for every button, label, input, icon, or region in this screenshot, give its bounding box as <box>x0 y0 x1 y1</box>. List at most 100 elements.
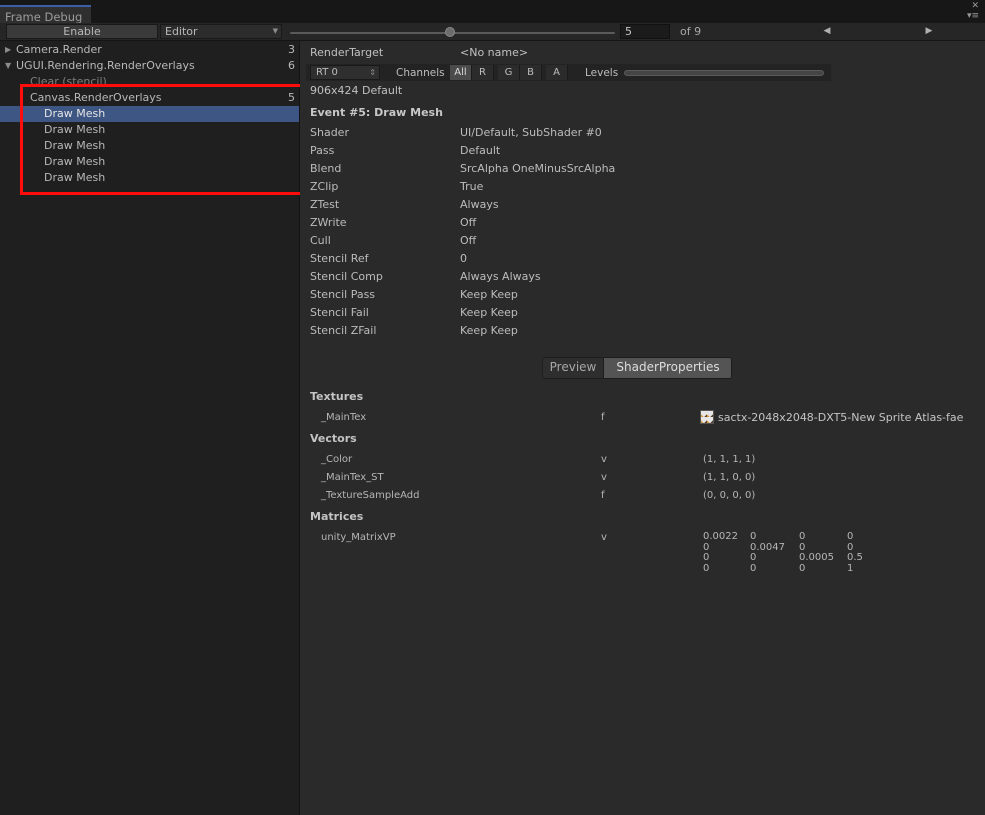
window-controls: ✕ ▾≡ <box>967 1 979 21</box>
matrix-cell: 0 <box>799 531 806 542</box>
prop-cull-name: Cull <box>310 234 331 247</box>
prop-stencil-pass-value: Keep Keep <box>460 288 518 301</box>
tab-preview[interactable]: Preview <box>543 358 604 378</box>
window-tab-bar: Frame Debug ✕ ▾≡ <box>0 0 985 24</box>
levels-label: Levels <box>585 67 619 79</box>
vector-name: _MainTex_ST <box>321 472 384 483</box>
matrix-row: 0 0 0 1 <box>703 562 883 575</box>
matrix-value-grid: 0.0022 0 0 0 0 0.0047 0 0 0 0 0.0005 0.5… <box>703 531 883 575</box>
matrix-cell: 0 <box>703 562 710 574</box>
matrix-name: unity_MatrixVP <box>321 532 396 543</box>
prop-shader-value: UI/Default, SubShader #0 <box>460 126 602 139</box>
tree-item-count: 3 <box>288 43 295 56</box>
matrix-cell: 0 <box>750 552 757 563</box>
frame-total-label: of 9 <box>680 25 702 38</box>
prop-stencil-fail-name: Stencil Fail <box>310 306 369 319</box>
matrix-cell: 1 <box>847 562 854 574</box>
prop-zclip-name: ZClip <box>310 180 339 193</box>
prop-blend-name: Blend <box>310 162 342 175</box>
vectors-heading: Vectors <box>310 432 357 445</box>
matrix-cell: 0.0022 <box>703 531 738 542</box>
texture-value: sactx-2048x2048-DXT5-New Sprite Atlas-fa… <box>718 411 964 424</box>
frame-slider-thumb[interactable] <box>445 27 455 37</box>
matrix-cell: 0 <box>847 531 854 542</box>
tree-item-camera-render[interactable]: ▶ Camera.Render 3 <box>0 42 299 58</box>
channel-b-button[interactable]: B <box>520 65 542 80</box>
texture-name: _MainTex <box>321 412 367 423</box>
tree-item-count: 6 <box>288 59 295 72</box>
render-target-resolution: 906x424 Default <box>310 84 403 97</box>
tree-item-ugui-render-overlays[interactable]: ▼ UGUI.Rendering.RenderOverlays 6 <box>0 58 299 74</box>
prop-stencil-zfail-value: Keep Keep <box>460 324 518 337</box>
matrix-row: 0 0 0.0005 0.5 <box>703 552 883 564</box>
texture-thumbnail[interactable] <box>700 410 714 424</box>
prop-stencil-pass-name: Stencil Pass <box>310 288 376 301</box>
vector-type: v <box>601 454 607 465</box>
vector-value: (1, 1, 0, 0) <box>703 472 756 483</box>
channel-all-button[interactable]: All <box>450 65 472 80</box>
channel-r-button[interactable]: R <box>472 65 494 80</box>
channel-a-button[interactable]: A <box>546 65 568 80</box>
render-target-value: <No name> <box>460 46 529 59</box>
highlight-annotation-box <box>20 84 307 195</box>
prop-zwrite-name: ZWrite <box>310 216 347 229</box>
prop-stencil-comp-name: Stencil Comp <box>310 270 383 283</box>
matrices-heading: Matrices <box>310 510 364 523</box>
tab-frame-debug[interactable]: Frame Debug <box>0 5 91 24</box>
event-details-panel <box>300 41 985 815</box>
prop-cull-value: Off <box>460 234 477 247</box>
tree-item-label: Camera.Render <box>16 43 102 56</box>
vector-value: (0, 0, 0, 0) <box>703 490 756 501</box>
vector-name: _TextureSampleAdd <box>321 490 420 501</box>
event-title: Event #5: Draw Mesh <box>310 106 443 119</box>
levels-slider[interactable] <box>624 70 824 76</box>
prev-frame-button[interactable]: ◀ <box>812 24 842 39</box>
prop-ztest-name: ZTest <box>310 198 340 211</box>
prop-stencil-zfail-name: Stencil ZFail <box>310 324 377 337</box>
render-target-dropdown[interactable]: RT 0 ⇕ <box>310 65 380 80</box>
enable-button[interactable]: Enable <box>6 24 158 39</box>
matrix-row: 0.0022 0 0 0 <box>703 531 883 543</box>
prop-zclip-value: True <box>460 180 484 193</box>
expand-arrow-icon[interactable]: ▶ <box>5 42 11 58</box>
matrix-cell: 0.5 <box>847 552 863 563</box>
matrix-cell: 0 <box>750 531 757 542</box>
prop-pass-name: Pass <box>310 144 335 157</box>
matrix-cell: 0.0005 <box>799 552 834 563</box>
frame-debug-toolbar: Enable Editor ▼ 5 of 9 ◀ ▶ <box>0 23 985 41</box>
matrix-type: v <box>601 532 607 543</box>
vector-value: (1, 1, 1, 1) <box>703 454 756 465</box>
render-target-label: RenderTarget <box>310 46 384 59</box>
close-icon[interactable]: ✕ <box>967 1 979 11</box>
prop-ztest-value: Always <box>460 198 499 211</box>
prop-zwrite-value: Off <box>460 216 477 229</box>
textures-heading: Textures <box>310 390 364 403</box>
frame-number-input[interactable]: 5 <box>620 24 670 39</box>
texture-type: f <box>601 412 605 423</box>
render-target-dropdown-value: RT 0 <box>316 67 338 78</box>
prop-stencil-fail-value: Keep Keep <box>460 306 518 319</box>
stepper-arrows-icon: ⇕ <box>369 68 376 77</box>
collapse-arrow-icon[interactable]: ▼ <box>5 58 11 74</box>
target-dropdown[interactable]: Editor ▼ <box>160 24 282 39</box>
vector-type: v <box>601 472 607 483</box>
channel-g-button[interactable]: G <box>498 65 520 80</box>
dropdown-arrow-icon: ▼ <box>272 27 278 35</box>
prop-blend-value: SrcAlpha OneMinusSrcAlpha <box>460 162 616 175</box>
target-dropdown-value: Editor <box>165 25 198 38</box>
menu-icon[interactable]: ▾≡ <box>967 11 979 21</box>
matrix-cell: 0 <box>703 552 710 563</box>
channels-label: Channels <box>396 67 445 79</box>
matrix-cell: 0 <box>750 562 757 574</box>
prop-shader-name: Shader <box>310 126 349 139</box>
view-tab-group: Preview ShaderProperties <box>542 357 732 379</box>
vector-name: _Color <box>321 454 353 465</box>
tree-item-label: UGUI.Rendering.RenderOverlays <box>16 59 195 72</box>
prop-stencil-ref-value: 0 <box>460 252 467 265</box>
tab-shader-properties[interactable]: ShaderProperties <box>604 358 731 378</box>
prop-stencil-comp-value: Always Always <box>460 270 541 283</box>
matrix-cell: 0 <box>799 562 806 574</box>
prop-pass-value: Default <box>460 144 501 157</box>
vector-type: f <box>601 490 605 501</box>
next-frame-button[interactable]: ▶ <box>914 24 944 39</box>
